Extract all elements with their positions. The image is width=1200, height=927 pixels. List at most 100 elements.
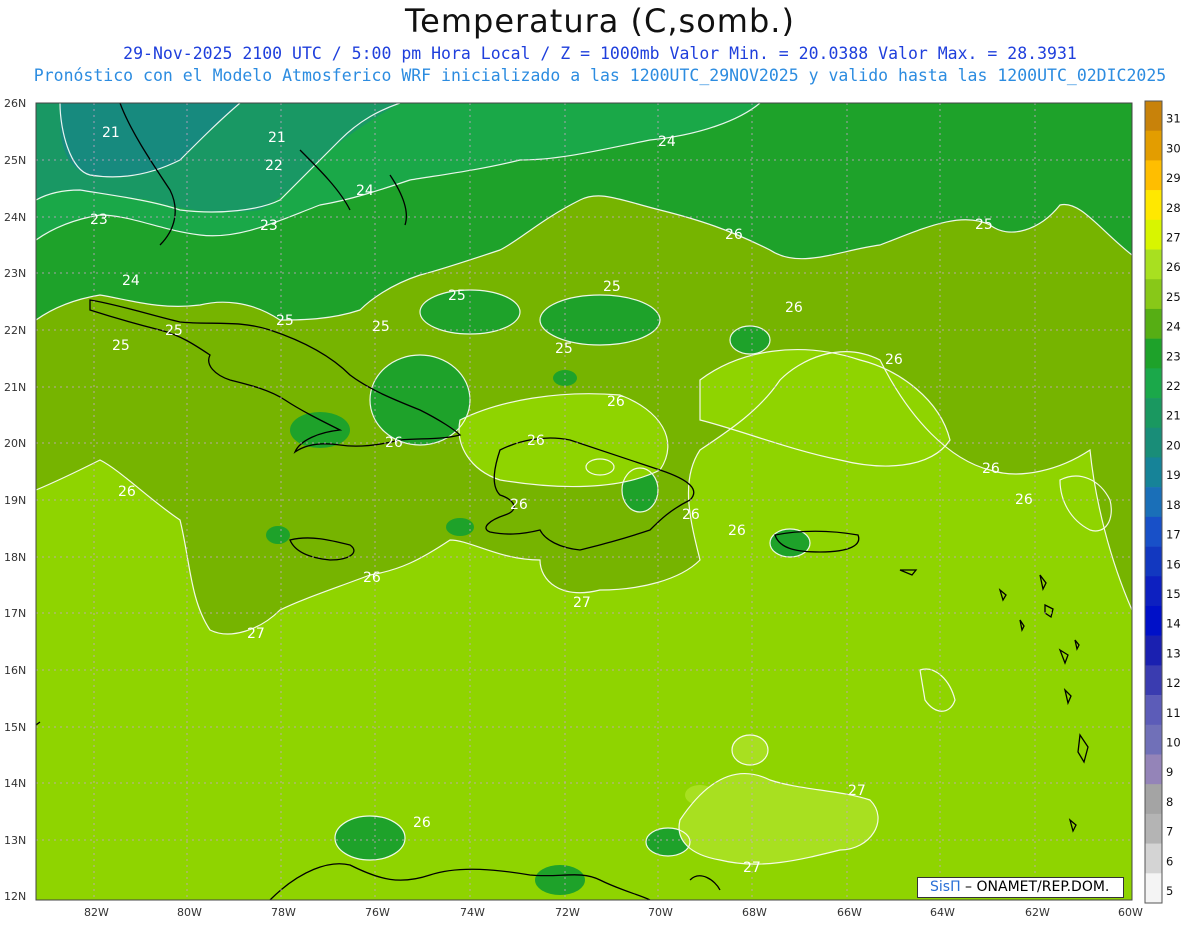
colorbar-swatch (1145, 398, 1162, 429)
contour-label: 27 (848, 783, 866, 799)
colorbar-label: 10 (1166, 736, 1181, 750)
contour-label: 26 (885, 352, 903, 368)
lon-label: 64W (930, 906, 955, 919)
colorbar-swatch (1145, 813, 1162, 844)
colorbar-swatch (1145, 338, 1162, 369)
latitude-axis: 26N 25N 24N 23N 22N 21N 20N 19N 18N 17N … (4, 97, 26, 903)
contour-label: 25 (276, 313, 294, 329)
contour-label: 27 (573, 595, 591, 611)
colorbar-label: 30 (1166, 141, 1181, 155)
contour-label: 24 (658, 134, 676, 150)
colorbar-label: 19 (1166, 468, 1181, 482)
colorbar-swatch (1145, 101, 1162, 131)
lat-label: 14N (4, 777, 26, 790)
lon-label: 78W (271, 906, 296, 919)
colorbar-swatch (1145, 219, 1162, 250)
lat-label: 15N (4, 721, 26, 734)
contour-label: 26 (1015, 492, 1033, 508)
contour-label: 22 (265, 158, 283, 174)
colorbar-label: 26 (1166, 260, 1181, 274)
colorbar-swatch (1145, 546, 1162, 577)
colorbar-swatch (1145, 160, 1162, 191)
contour-label: 26 (385, 435, 403, 451)
contour-label: 25 (555, 341, 573, 357)
lat-label: 19N (4, 494, 26, 507)
colorbar-swatch (1145, 873, 1162, 904)
colorbar-label: 22 (1166, 379, 1181, 393)
colorbar-label: 23 (1166, 349, 1181, 363)
colorbar-swatch (1145, 843, 1162, 874)
credit-box: SisΠ – ONAMET/REP.DOM. (917, 877, 1124, 898)
lat-label: 26N (4, 97, 26, 110)
colorbar-label: 31 (1166, 112, 1181, 126)
contour-label: 25 (603, 279, 621, 295)
lon-label: 74W (460, 906, 485, 919)
contour-label: 23 (260, 218, 278, 234)
colorbar-swatch (1145, 665, 1162, 696)
colorbar-label: 6 (1166, 854, 1173, 868)
colorbar-label: 9 (1166, 765, 1173, 779)
credit-text: – ONAMET/REP.DOM. (960, 879, 1110, 895)
colorbar-label: 11 (1166, 706, 1181, 720)
lon-label: 72W (555, 906, 580, 919)
map-field: 21 21 22 23 23 24 24 24 25 25 25 25 25 2… (36, 103, 1132, 900)
contour-label: 25 (448, 288, 466, 304)
contour-label: 27 (743, 860, 761, 876)
color-legend: 31 30 29 28 27 26 25 24 23 22 21 20 19 18 17 16 15 14 13 12… (1144, 100, 1181, 904)
contour-label: 23 (90, 212, 108, 228)
lat-label: 25N (4, 154, 26, 167)
contour-label: 26 (785, 300, 803, 316)
colorbar-label: 20 (1166, 438, 1181, 452)
contour-label: 26 (510, 497, 528, 513)
lat-label: 18N (4, 551, 26, 564)
colorbar-swatch (1145, 516, 1162, 547)
contour-label: 24 (356, 183, 374, 199)
contour-label: 24 (122, 273, 140, 289)
contour-label: 27 (247, 626, 265, 642)
colorbar-label: 29 (1166, 171, 1181, 185)
colorbar-label: 13 (1166, 646, 1181, 660)
colorbar-swatch (1145, 190, 1162, 221)
contour-label: 26 (118, 484, 136, 500)
contour-label: 25 (112, 338, 130, 354)
lat-label: 23N (4, 267, 26, 280)
colorbar-swatch (1145, 754, 1162, 785)
lon-label: 68W (742, 906, 767, 919)
colorbar-label: 12 (1166, 676, 1181, 690)
colorbar-label: 8 (1166, 795, 1173, 809)
colorbar-label: 17 (1166, 528, 1181, 542)
colorbar-label: 24 (1166, 320, 1181, 334)
contour-label: 26 (682, 507, 700, 523)
contour-label: 25 (975, 217, 993, 233)
contour-label: 26 (728, 523, 746, 539)
contour-label: 21 (102, 125, 120, 141)
colorbar-label: 14 (1166, 617, 1181, 631)
lon-label: 62W (1025, 906, 1050, 919)
colorbar-label: 15 (1166, 587, 1181, 601)
colorbar-swatch (1145, 784, 1162, 815)
colorbar-label: 5 (1166, 884, 1173, 898)
sispi-logo: SisΠ (930, 879, 961, 895)
lat-label: 16N (4, 664, 26, 677)
contour-label: 26 (982, 461, 1000, 477)
contour-label: 25 (165, 323, 183, 339)
colorbar-swatch (1145, 576, 1162, 607)
colorbar-label: 25 (1166, 290, 1181, 304)
contour-label: 26 (363, 570, 381, 586)
lat-label: 22N (4, 324, 26, 337)
colorbar-label: 7 (1166, 825, 1173, 839)
colorbar-swatch (1145, 249, 1162, 280)
lat-label: 17N (4, 607, 26, 620)
colorbar-swatch (1145, 130, 1162, 161)
colorbar-label: 28 (1166, 201, 1181, 215)
colorbar-swatch (1145, 368, 1162, 399)
colorbar-swatch (1145, 724, 1162, 755)
lat-label: 24N (4, 211, 26, 224)
lon-label: 66W (837, 906, 862, 919)
longitude-axis: 82W 80W 78W 76W 74W 72W 70W 68W 66W 64W … (84, 906, 1143, 919)
colorbar-swatch (1145, 605, 1162, 636)
lat-label: 12N (4, 890, 26, 903)
lon-label: 70W (648, 906, 673, 919)
colorbar-swatch (1145, 279, 1162, 310)
colorbar-swatch (1145, 487, 1162, 518)
